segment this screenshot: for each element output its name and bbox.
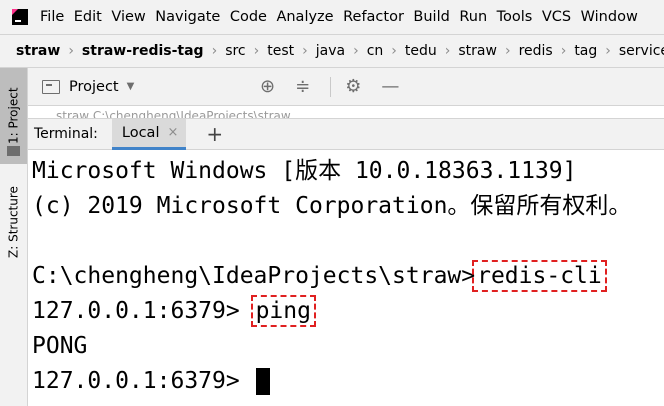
intellij-logo-icon	[12, 9, 28, 25]
chevron-right-icon: ›	[391, 43, 397, 59]
terminal-line: PONG	[32, 333, 88, 359]
project-tree: straw C:\chengheng\IdeaProjects\straw	[28, 106, 664, 118]
terminal-line: (c) 2019 Microsoft Corporation。保留所有权利。	[32, 193, 632, 219]
locate-icon[interactable]: ⊕	[260, 78, 275, 96]
terminal-line: C:\chengheng\IdeaProjects\straw>redis-cl…	[32, 259, 607, 293]
menu-file[interactable]: File	[40, 9, 64, 25]
breadcrumb-item[interactable]: test	[267, 43, 294, 59]
chevron-down-icon[interactable]: ▼	[127, 81, 135, 92]
project-panel-header: Project ▼ ⊕ ≑ ⚙ —	[28, 68, 664, 106]
tab-local-label: Local	[121, 124, 160, 141]
menu-vcs[interactable]: VCS	[542, 9, 571, 25]
collapse-icon[interactable]: ≑	[295, 78, 310, 96]
gear-icon[interactable]: ⚙	[345, 78, 361, 96]
menu-analyze[interactable]: Analyze	[276, 9, 333, 25]
chevron-right-icon: ›	[211, 43, 218, 59]
tool-window-strip: 1: Project Z: Structure	[0, 68, 28, 406]
menu-run[interactable]: Run	[459, 9, 487, 25]
chevron-right-icon: ›	[253, 43, 260, 59]
breadcrumb-item[interactable]: cn	[367, 43, 384, 59]
breadcrumb-item[interactable]: straw-redis-tag	[82, 43, 204, 59]
chevron-right-icon: ›	[504, 43, 511, 59]
terminal-prompt: 127.0.0.1:6379>	[32, 298, 254, 324]
breadcrumb-item[interactable]: tag	[574, 43, 597, 59]
tree-root-item[interactable]: straw C:\chengheng\IdeaProjects\straw	[56, 109, 291, 118]
menu-window[interactable]: Window	[581, 9, 638, 25]
menu-refactor[interactable]: Refactor	[343, 9, 404, 25]
terminal-line: 127.0.0.1:6379> ping	[32, 294, 316, 328]
breadcrumb-item[interactable]: straw	[458, 43, 497, 59]
breadcrumb-item[interactable]: java	[316, 43, 345, 59]
menu-tools[interactable]: Tools	[497, 9, 533, 25]
structure-tool-tab[interactable]: Z: Structure	[0, 180, 27, 264]
highlighted-command: ping	[250, 295, 316, 327]
add-tab-icon[interactable]: +	[206, 124, 223, 144]
terminal-label: Terminal:	[34, 126, 98, 142]
terminal-prompt: C:\chengheng\IdeaProjects\straw>	[32, 263, 476, 289]
project-header-actions: ⊕ ≑ ⚙ —	[260, 68, 419, 106]
menu-navigate[interactable]: Navigate	[155, 9, 220, 25]
menu-view[interactable]: View	[111, 9, 145, 25]
menu-bar: File Edit View Navigate Code Analyze Ref…	[0, 0, 664, 34]
tab-local[interactable]: Local ×	[111, 118, 187, 150]
menu-edit[interactable]: Edit	[74, 9, 102, 25]
chevron-right-icon: ›	[444, 43, 451, 59]
terminal-tab-bar: Terminal: Local × +	[28, 118, 664, 150]
breadcrumb-item[interactable]: straw	[16, 43, 60, 59]
chevron-right-icon: ›	[560, 43, 567, 59]
chevron-right-icon: ›	[302, 43, 308, 59]
terminal-line: Microsoft Windows [版本 10.0.18363.1139]	[32, 158, 577, 184]
divider	[330, 77, 332, 97]
text-cursor	[255, 368, 270, 395]
project-window-icon	[42, 79, 60, 94]
breadcrumb-item[interactable]: service	[619, 43, 664, 59]
close-icon[interactable]: ×	[167, 125, 178, 140]
menu-build[interactable]: Build	[413, 9, 449, 25]
chevron-right-icon: ›	[68, 43, 74, 59]
terminal-output[interactable]: Microsoft Windows [版本 10.0.18363.1139] (…	[28, 150, 664, 406]
terminal-prompt: 127.0.0.1:6379>	[32, 368, 254, 394]
folder-icon	[7, 146, 20, 156]
breadcrumb: straw › straw-redis-tag › src › test › j…	[0, 34, 664, 68]
minimize-icon[interactable]: —	[381, 78, 399, 96]
terminal-line: 127.0.0.1:6379>	[32, 364, 270, 398]
highlighted-command: redis-cli	[472, 260, 607, 292]
chevron-right-icon: ›	[605, 43, 611, 59]
breadcrumb-item[interactable]: tedu	[405, 43, 437, 59]
breadcrumb-item[interactable]: redis	[519, 43, 553, 59]
chevron-right-icon: ›	[353, 43, 359, 59]
project-title[interactable]: Project	[69, 79, 119, 95]
menu-code[interactable]: Code	[230, 9, 267, 25]
breadcrumb-item[interactable]: src	[225, 43, 245, 59]
